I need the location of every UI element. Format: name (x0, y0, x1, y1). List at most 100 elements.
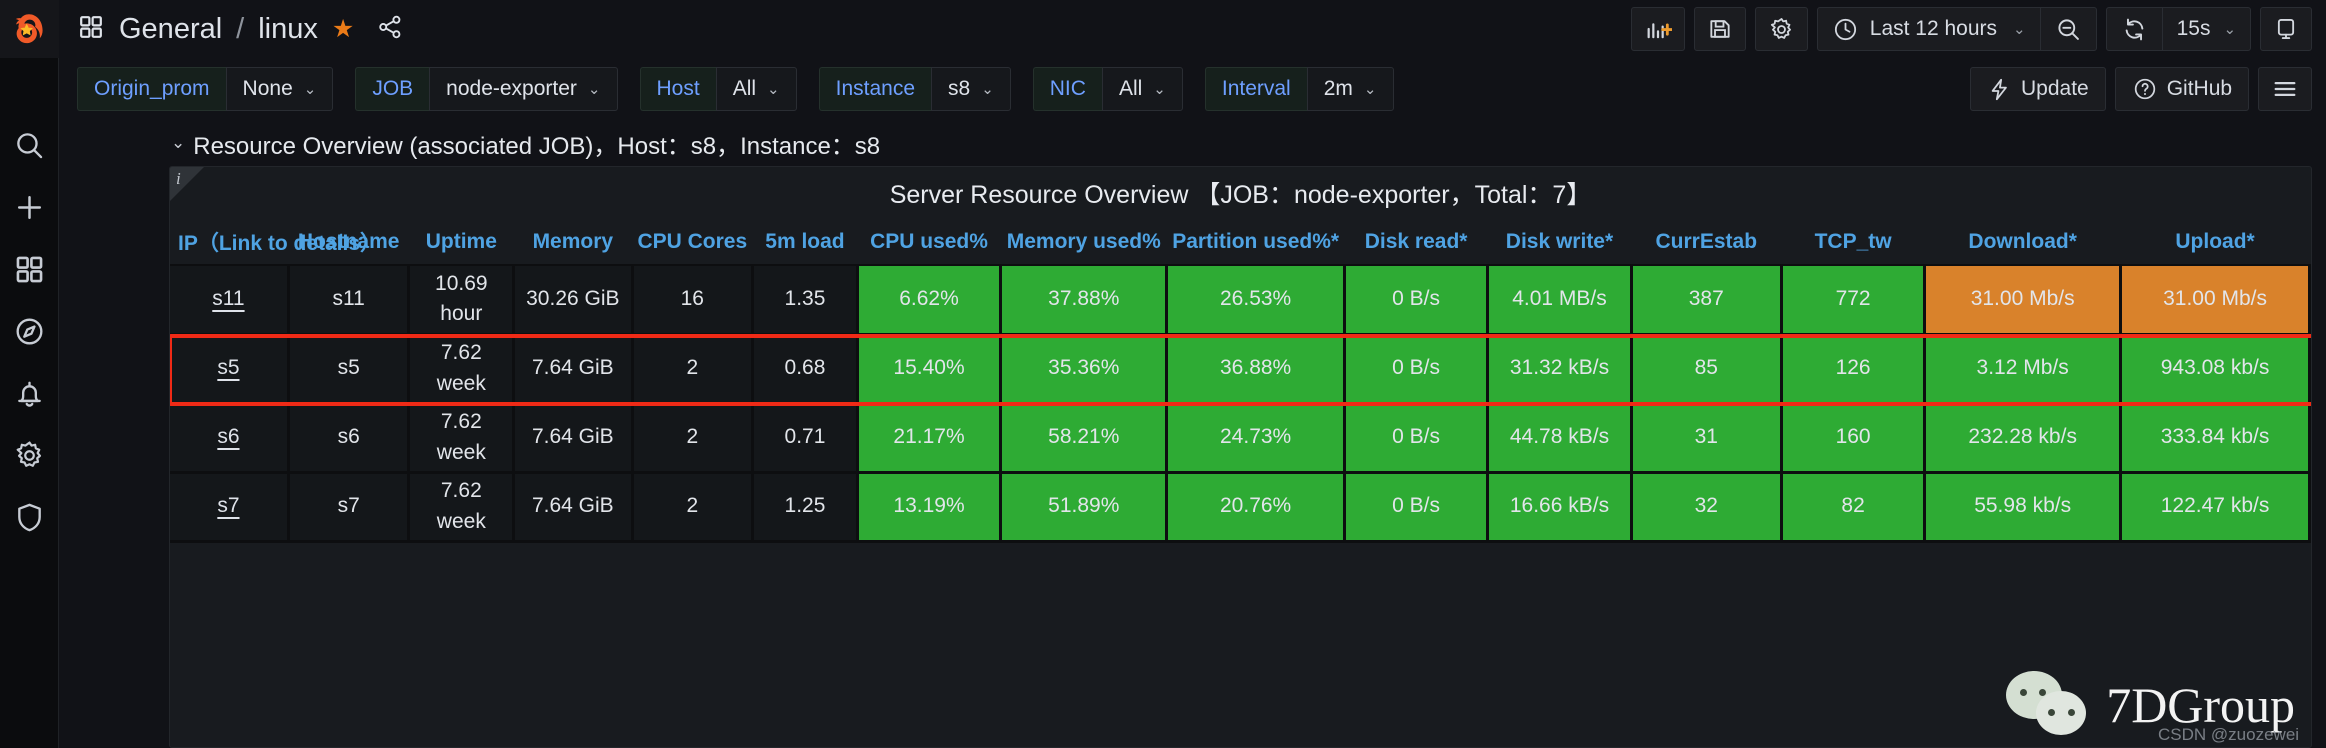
variable-value[interactable]: 2m ⌄ (1306, 67, 1394, 111)
variable-label: Instance (818, 67, 931, 111)
cell-cpu-used: 21.17% (857, 403, 1003, 474)
dashboard-settings-button[interactable] (1754, 7, 1808, 51)
column-header-partition-used[interactable]: Partition used%* (1166, 219, 1345, 266)
cell-5m-load: 1.25 (752, 472, 859, 543)
table-scroll-area[interactable]: IP（Link to details） Hostname Uptime Memo… (170, 219, 2312, 747)
chevron-down-icon: ⌄ (1363, 81, 1377, 98)
variable-instance[interactable]: Instance s8 ⌄ (818, 67, 1011, 111)
cell-tcp-tw: 82 (1781, 472, 1927, 543)
cell-cpu-cores: 2 (632, 472, 755, 543)
cell-disk-read: 0 B/s (1344, 334, 1490, 405)
toolbar-actions: Last 12 hours ⌄ 15s ⌄ (1630, 7, 2313, 51)
column-header-upload[interactable]: Upload* (2120, 219, 2310, 266)
column-header-uptime[interactable]: Uptime (408, 219, 514, 266)
chevron-down-icon: ⌄ (303, 81, 317, 98)
page-title[interactable]: linux (258, 13, 318, 46)
cell-tcp-tw: 160 (1781, 403, 1927, 474)
cell-partition-used: 36.88% (1166, 334, 1346, 405)
column-header-disk-read[interactable]: Disk read* (1344, 219, 1488, 266)
grafana-app: General / linux ★ Last 12 hours ⌄ 15s ⌄ … (0, 0, 2326, 748)
column-header-cpu-used[interactable]: CPU used% (857, 219, 1001, 266)
zoom-out-button[interactable] (2041, 8, 2096, 50)
sidebar-item-search[interactable] (0, 114, 59, 176)
sidebar-item-create[interactable] (0, 176, 59, 238)
cell-ip[interactable]: s6 (170, 403, 290, 474)
time-range-controls: Last 12 hours ⌄ (1816, 7, 2097, 51)
column-header-download[interactable]: Download* (1924, 219, 2121, 266)
column-header-cpu-cores[interactable]: CPU Cores (632, 219, 753, 266)
variable-interval[interactable]: Interval 2m ⌄ (1204, 67, 1394, 111)
table-row-highlighted: s5 s5 7.62 week 7.64 GiB 2 0.68 15.40% 3… (170, 333, 2312, 406)
variable-host[interactable]: Host All ⌄ (639, 67, 797, 111)
share-icon[interactable] (376, 13, 404, 46)
save-dashboard-button[interactable] (1693, 7, 1746, 51)
variable-value[interactable]: node-exporter ⌄ (429, 67, 618, 111)
cell-disk-write: 31.32 kB/s (1487, 334, 1633, 405)
variable-value[interactable]: None ⌄ (225, 67, 334, 111)
table-row: s6 s6 7.62 week 7.64 GiB 2 0.71 21.17% 5… (170, 403, 2312, 474)
column-header-5m-load[interactable]: 5m load (752, 219, 858, 266)
chevron-down-icon: ⌄ (2223, 21, 2237, 38)
sidebar-item-explore[interactable] (0, 300, 59, 362)
variable-value[interactable]: All ⌄ (715, 67, 797, 111)
github-button[interactable]: GitHub (2114, 67, 2250, 111)
sidebar-item-dashboards[interactable] (0, 238, 59, 300)
cell-disk-read: 0 B/s (1344, 265, 1490, 336)
column-header-ip[interactable]: IP（Link to details） (170, 219, 381, 266)
cell-uptime: 7.62 week (408, 334, 516, 405)
variable-value[interactable]: All ⌄ (1101, 67, 1183, 111)
cell-memory: 7.64 GiB (513, 403, 634, 474)
cell-memory-used: 58.21% (1000, 403, 1169, 474)
chevron-down-icon: ⌄ (1153, 81, 1166, 98)
cell-uptime: 10.69 hour (408, 265, 516, 336)
dashboard-row-header[interactable]: ⌄ Resource Overview (associated JOB)，Hos… (59, 120, 2326, 166)
column-header-memory-used[interactable]: Memory used% (1000, 219, 1167, 266)
time-range-picker[interactable]: Last 12 hours ⌄ (1818, 8, 2040, 50)
cell-partition-used: 26.53% (1166, 265, 1346, 336)
column-header-memory[interactable]: Memory (513, 219, 632, 266)
cell-cpu-cores: 16 (632, 265, 755, 336)
refresh-interval-picker[interactable]: 15s ⌄ (2163, 8, 2250, 50)
cell-uptime: 7.62 week (408, 403, 516, 474)
wechat-icon (2006, 669, 2092, 741)
column-header-tcp-tw[interactable]: TCP_tw (1781, 219, 1925, 266)
column-header-disk-write[interactable]: Disk write* (1487, 219, 1632, 266)
refresh-button[interactable] (2107, 8, 2162, 50)
cell-upload: 31.00 Mb/s (2120, 265, 2312, 336)
variable-origin_prom[interactable]: Origin_prom None ⌄ (77, 67, 334, 111)
dashboards-grid-icon[interactable] (77, 13, 105, 46)
cell-download: 3.12 Mb/s (1924, 334, 2123, 405)
cell-5m-load: 1.35 (752, 265, 859, 336)
breadcrumb: General / linux ★ (77, 13, 404, 46)
add-panel-icon[interactable] (1630, 7, 1685, 51)
cell-cpu-used: 13.19% (857, 472, 1003, 543)
chevron-down-icon: ⌄ (981, 81, 994, 98)
chevron-down-icon: ⌄ (587, 81, 601, 98)
cell-ip[interactable]: s7 (170, 472, 290, 543)
grafana-logo-icon[interactable] (0, 0, 59, 58)
sidebar-item-server-admin[interactable] (0, 486, 59, 548)
hamburger-menu-icon[interactable] (2258, 67, 2313, 111)
info-icon[interactable]: i (176, 169, 181, 189)
cell-ip[interactable]: s11 (170, 265, 290, 336)
cell-currestab: 31 (1631, 403, 1783, 474)
variable-nic[interactable]: NIC All ⌄ (1032, 67, 1183, 111)
variable-value[interactable]: s8 ⌄ (931, 67, 1011, 111)
star-icon[interactable]: ★ (332, 16, 354, 42)
chevron-down-icon[interactable]: ⌄ (171, 133, 185, 153)
variable-label: NIC (1032, 67, 1102, 111)
cell-tcp-tw: 126 (1781, 334, 1927, 405)
cell-ip[interactable]: s5 (170, 333, 2312, 406)
tv-mode-button[interactable] (2260, 7, 2313, 51)
column-header-currestab[interactable]: CurrEstab (1631, 219, 1782, 266)
cell-currestab: 32 (1631, 472, 1783, 543)
breadcrumb-folder[interactable]: General (119, 13, 222, 46)
table-header-row: IP（Link to details） Hostname Uptime Memo… (170, 219, 2310, 266)
github-label: GitHub (2166, 77, 2233, 100)
sidebar-item-configuration[interactable] (0, 424, 59, 486)
update-button[interactable]: Update (1969, 67, 2106, 111)
sidebar-item-alerting[interactable] (0, 362, 59, 424)
variable-job[interactable]: JOB node-exporter ⌄ (355, 67, 618, 111)
refresh-interval-label: 15s (2176, 17, 2211, 40)
variable-label: Origin_prom (77, 67, 226, 111)
